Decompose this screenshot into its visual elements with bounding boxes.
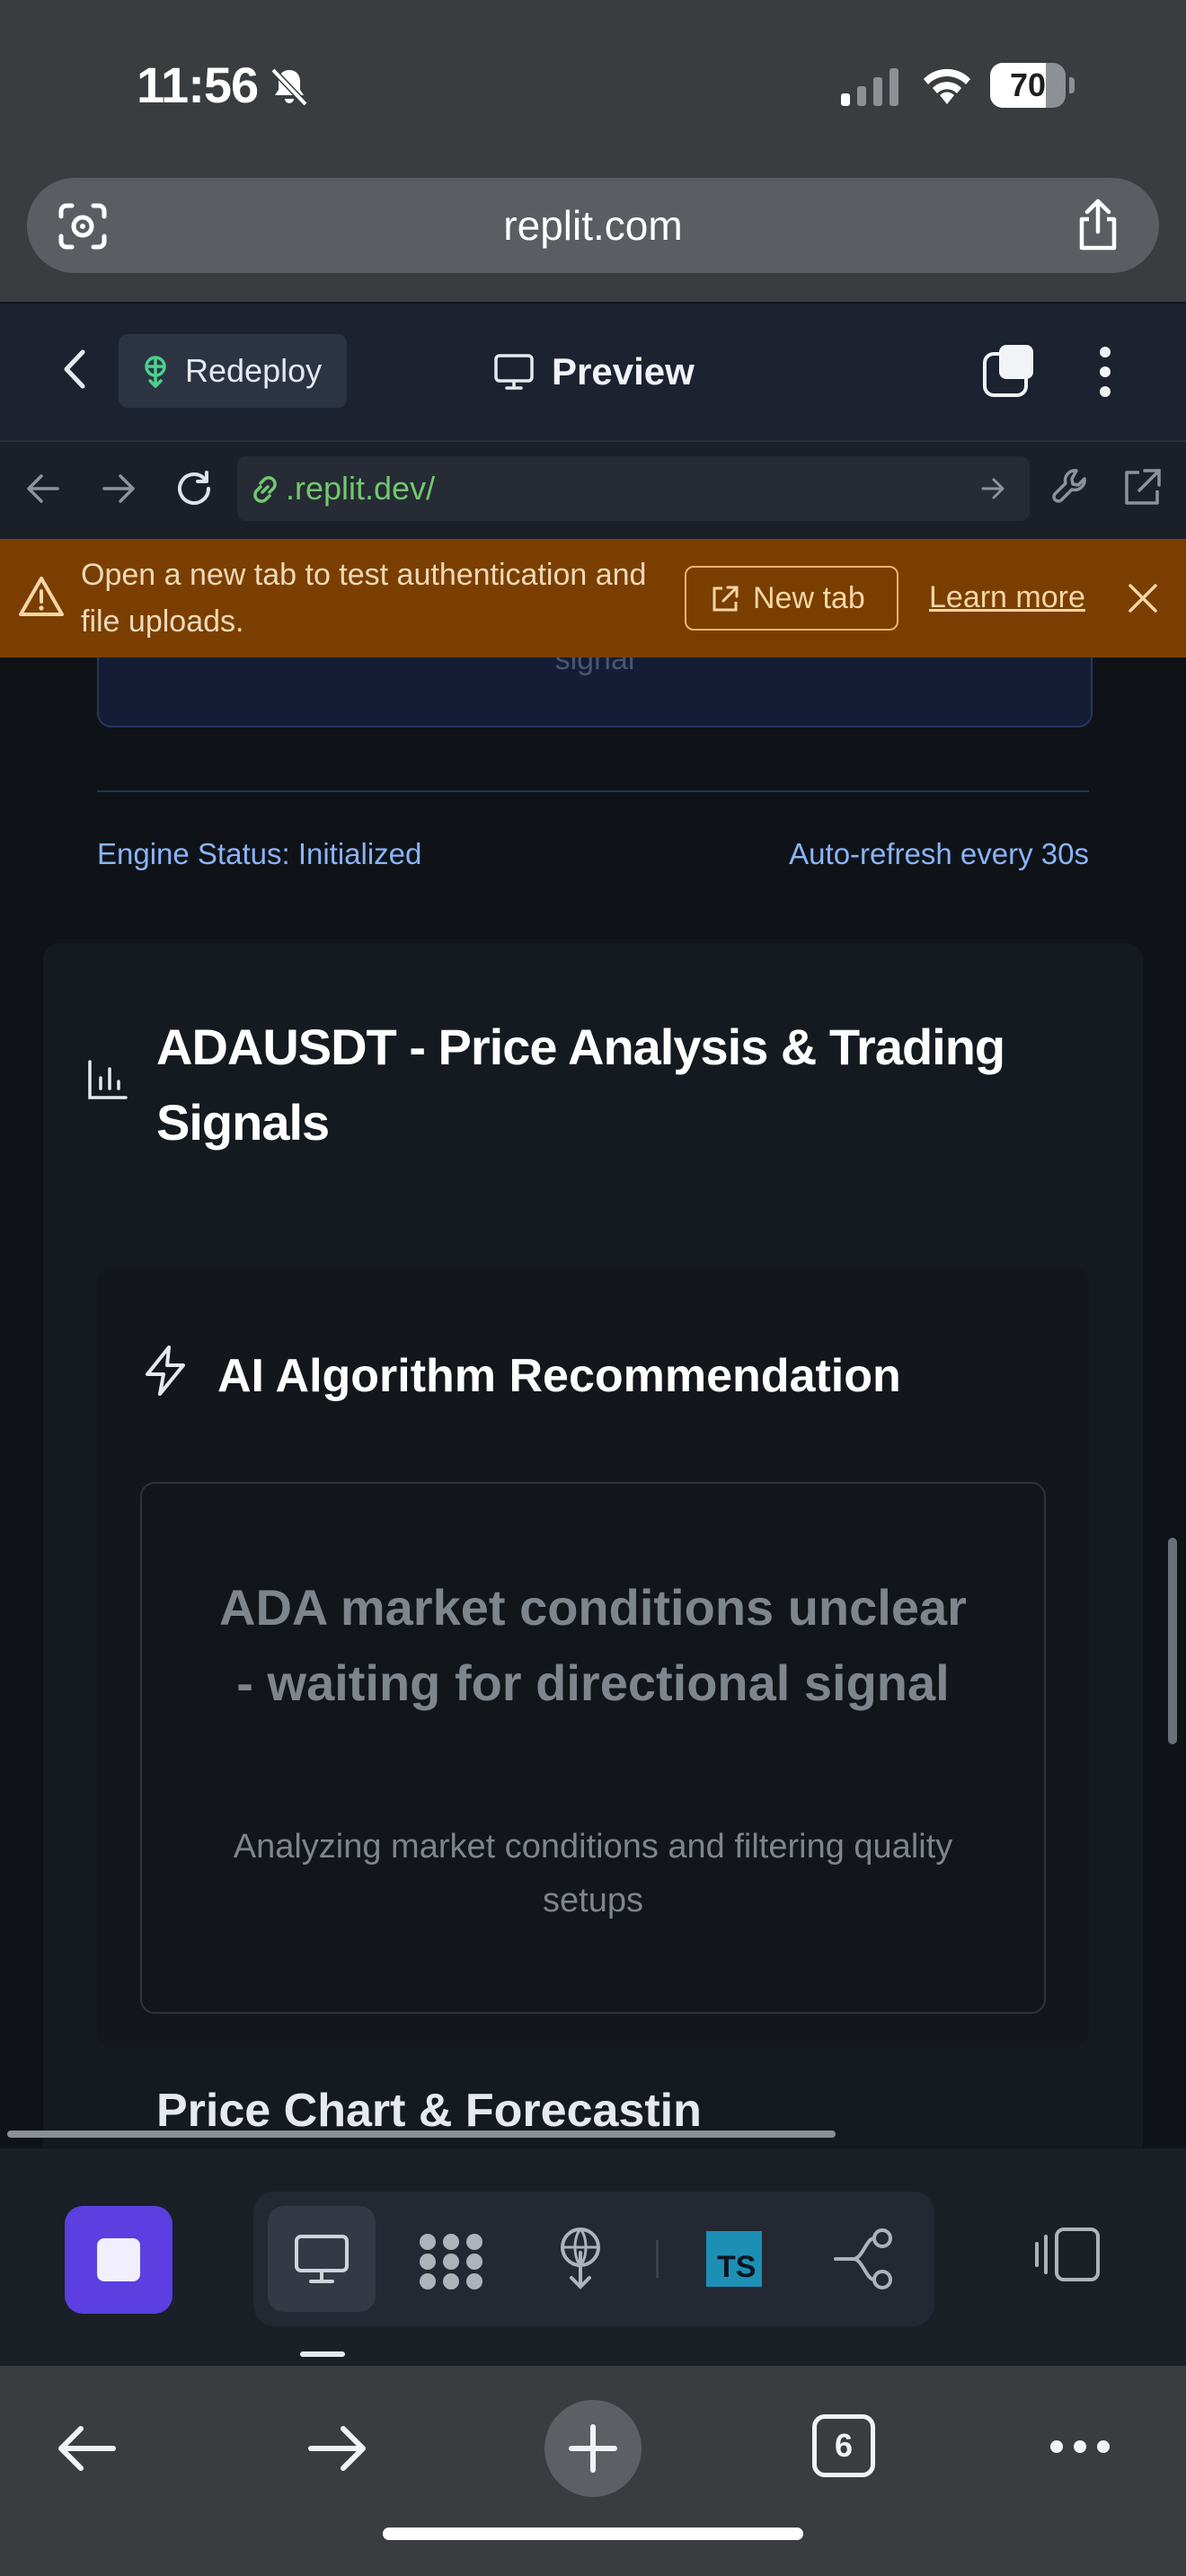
horizontal-scrollbar[interactable]: [7, 2130, 836, 2138]
recommendation-main-text: ADA market conditions unclear - waiting …: [219, 1579, 967, 1711]
git-branch-icon[interactable]: [832, 2228, 897, 2290]
preview-tool-button[interactable]: [268, 2206, 376, 2312]
silent-mode-icon: [268, 65, 311, 108]
browser-url-bar[interactable]: replit.com: [27, 178, 1159, 273]
external-link-icon: [710, 584, 740, 614]
battery-icon: 70: [990, 63, 1076, 108]
webview-address-text: .replit.dev/: [286, 470, 436, 507]
section-title: ADAUSDT - Price Analysis & Trading Signa…: [156, 1019, 1005, 1151]
reload-icon[interactable]: [173, 467, 216, 510]
webview-address-field[interactable]: .replit.dev/: [237, 456, 1030, 521]
tabs-switch-icon[interactable]: [979, 343, 1039, 399]
typescript-label: TS: [717, 2250, 757, 2284]
more-horizontal-icon[interactable]: [1048, 2438, 1112, 2456]
link-icon: [248, 472, 282, 507]
partial-signal-card: signal: [97, 657, 1093, 728]
tray-divider: [656, 2240, 659, 2278]
webview-forward-icon[interactable]: [99, 471, 138, 507]
bar-chart-icon: [86, 1058, 129, 1101]
deployments-icon[interactable]: [553, 2226, 607, 2290]
new-tab-plus-button[interactable]: [544, 2400, 642, 2497]
vertical-scrollbar[interactable]: [1168, 1538, 1177, 1744]
plus-icon: [568, 2423, 618, 2474]
devtools-wrench-icon[interactable]: [1049, 465, 1094, 510]
page-content: signal Engine Status: Initialized Auto-r…: [0, 657, 1186, 2148]
redeploy-label: Redeploy: [185, 352, 323, 389]
monitor-tool-icon: [293, 2231, 350, 2287]
back-chevron-icon[interactable]: [59, 347, 92, 392]
next-section-heading: Price Chart & Forecastin: [156, 2085, 702, 2137]
replit-bottom-toolbar: TS: [0, 2148, 1186, 2366]
recommendation-sub-text: Analyzing market conditions and filterin…: [233, 1828, 953, 1919]
new-tab-button[interactable]: New tab: [685, 566, 898, 631]
banner-message: Open a new tab to test authentication an…: [81, 558, 647, 639]
active-tab-indicator: [300, 2351, 345, 2357]
stop-button[interactable]: [65, 2206, 173, 2314]
close-icon[interactable]: [1127, 582, 1159, 614]
auto-refresh-status: Auto-refresh every 30s: [789, 837, 1089, 870]
monitor-icon: [492, 350, 535, 393]
battery-level: 70: [1009, 66, 1047, 103]
lightning-icon: [140, 1344, 190, 1398]
browser-back-icon[interactable]: [54, 2422, 119, 2475]
partial-card-text: signal: [554, 657, 635, 676]
deploy-icon: [138, 354, 173, 388]
browser-url-text: replit.com: [503, 202, 683, 249]
engine-status: Engine Status: Initialized: [97, 837, 422, 870]
browser-forward-icon[interactable]: [305, 2422, 370, 2475]
go-arrow-icon[interactable]: [979, 476, 1008, 501]
more-vertical-icon[interactable]: [1096, 345, 1114, 399]
stop-icon: [97, 2238, 140, 2281]
typescript-file-icon[interactable]: TS: [706, 2231, 762, 2287]
share-icon[interactable]: [1075, 198, 1121, 251]
preview-title: Preview: [552, 350, 695, 393]
cellular-signal-icon: [839, 66, 900, 106]
warning-triangle-icon: [18, 575, 65, 618]
home-indicator: [383, 2527, 803, 2540]
open-external-icon[interactable]: [1120, 465, 1164, 510]
divider: [97, 790, 1089, 792]
webview-back-icon[interactable]: [23, 471, 63, 507]
auth-warning-banner: Open a new tab to test authentication an…: [0, 539, 1186, 657]
tab-count: 6: [834, 2427, 854, 2464]
recommendation-box: ADA market conditions unclear - waiting …: [140, 1482, 1046, 2014]
status-time: 11:56: [137, 57, 259, 113]
redeploy-button[interactable]: Redeploy: [119, 334, 347, 408]
new-tab-label: New tab: [753, 581, 865, 615]
recommendation-title: AI Algorithm Recommendation: [217, 1350, 901, 1402]
panel-layout-icon[interactable]: [1033, 2226, 1102, 2283]
browser-bottom-bar: 6: [0, 2366, 1186, 2576]
wifi-icon: [920, 65, 974, 106]
learn-more-link[interactable]: Learn more: [929, 575, 1085, 620]
recommendation-card: AI Algorithm Recommendation ADA market c…: [97, 1268, 1089, 2046]
workflow-grid-icon[interactable]: [417, 2231, 485, 2292]
tab-count-button[interactable]: 6: [812, 2414, 875, 2477]
analysis-card: ADAUSDT - Price Analysis & Trading Signa…: [43, 943, 1143, 2148]
